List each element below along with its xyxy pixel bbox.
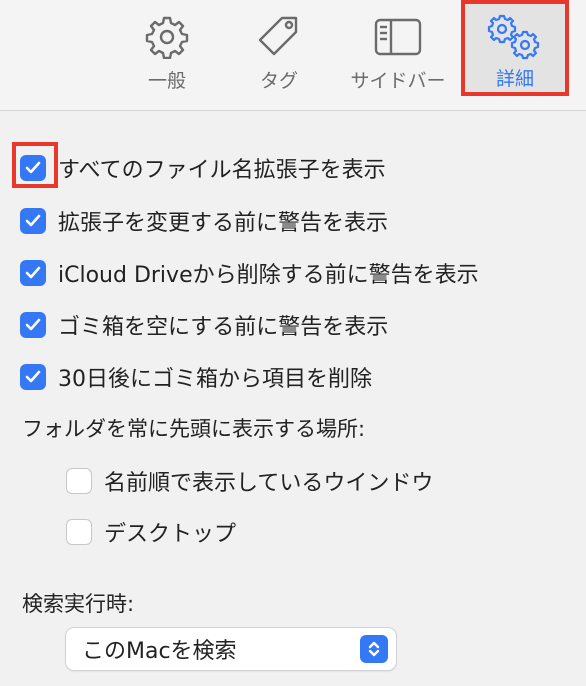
folders-on-top-title: フォルダを常に先頭に表示する場所: bbox=[22, 417, 366, 441]
option-warn-icloud-remove[interactable]: iCloud Driveから削除する前に警告を表示 bbox=[20, 257, 479, 289]
option-show-all-extensions[interactable]: すべてのファイル名拡張子を表示 bbox=[20, 152, 386, 184]
sidebar-icon bbox=[374, 14, 422, 60]
option-warn-extension-change[interactable]: 拡張子を変更する前に警告を表示 bbox=[20, 205, 388, 237]
checkmark-icon bbox=[25, 214, 41, 227]
tab-sidebar[interactable]: サイドバー bbox=[336, 0, 460, 110]
option-label: デスクトップ bbox=[104, 522, 237, 547]
checkmark-icon bbox=[25, 266, 41, 279]
option-folders-name-sort[interactable]: 名前順で表示しているウインドウ bbox=[66, 465, 433, 497]
search-scope-select[interactable]: このMacを検索 bbox=[66, 628, 396, 670]
option-label: iCloud Driveから削除する前に警告を表示 bbox=[58, 263, 479, 288]
checkbox-folders-name-sort[interactable] bbox=[66, 468, 92, 494]
tab-general-label: 一般 bbox=[147, 70, 186, 92]
checkbox-folders-desktop[interactable] bbox=[66, 519, 92, 545]
checkmark-icon bbox=[25, 318, 41, 331]
tab-general[interactable]: 一般 bbox=[128, 0, 206, 110]
preferences-toolbar: 一般 タグ サイドバー 詳細 bbox=[0, 0, 586, 111]
updown-chevron-icon bbox=[360, 635, 388, 663]
checkmark-icon bbox=[25, 370, 41, 383]
search-title: 検索実行時: bbox=[22, 592, 135, 616]
option-label: すべてのファイル名拡張子を表示 bbox=[58, 158, 386, 183]
gear-icon bbox=[145, 14, 189, 60]
option-label: 名前順で表示しているウインドウ bbox=[104, 471, 434, 496]
option-label: 30日後にゴミ箱から項目を削除 bbox=[58, 367, 372, 392]
checkbox-warn-empty-trash[interactable] bbox=[20, 312, 46, 338]
tag-icon bbox=[256, 14, 302, 60]
tab-advanced-label: 詳細 bbox=[495, 68, 534, 90]
option-label: 拡張子を変更する前に警告を表示 bbox=[58, 211, 389, 236]
tab-tags-label: タグ bbox=[259, 70, 298, 92]
search-scope-value: このMacを検索 bbox=[82, 639, 237, 664]
option-warn-empty-trash[interactable]: ゴミ箱を空にする前に警告を表示 bbox=[20, 309, 388, 341]
gears-icon bbox=[487, 14, 543, 60]
tab-tags[interactable]: タグ bbox=[238, 0, 320, 110]
tab-sidebar-label: サイドバー bbox=[350, 70, 446, 92]
checkbox-remove-trash-30days[interactable] bbox=[20, 364, 46, 390]
option-label: ゴミ箱を空にする前に警告を表示 bbox=[58, 315, 389, 340]
highlight-box bbox=[12, 142, 58, 188]
checkbox-warn-icloud-remove[interactable] bbox=[20, 260, 46, 286]
option-folders-desktop[interactable]: デスクトップ bbox=[66, 516, 236, 548]
checkbox-warn-extension-change[interactable] bbox=[20, 208, 46, 234]
tab-advanced[interactable]: 詳細 bbox=[461, 0, 569, 96]
option-remove-trash-30days[interactable]: 30日後にゴミ箱から項目を削除 bbox=[20, 361, 372, 393]
